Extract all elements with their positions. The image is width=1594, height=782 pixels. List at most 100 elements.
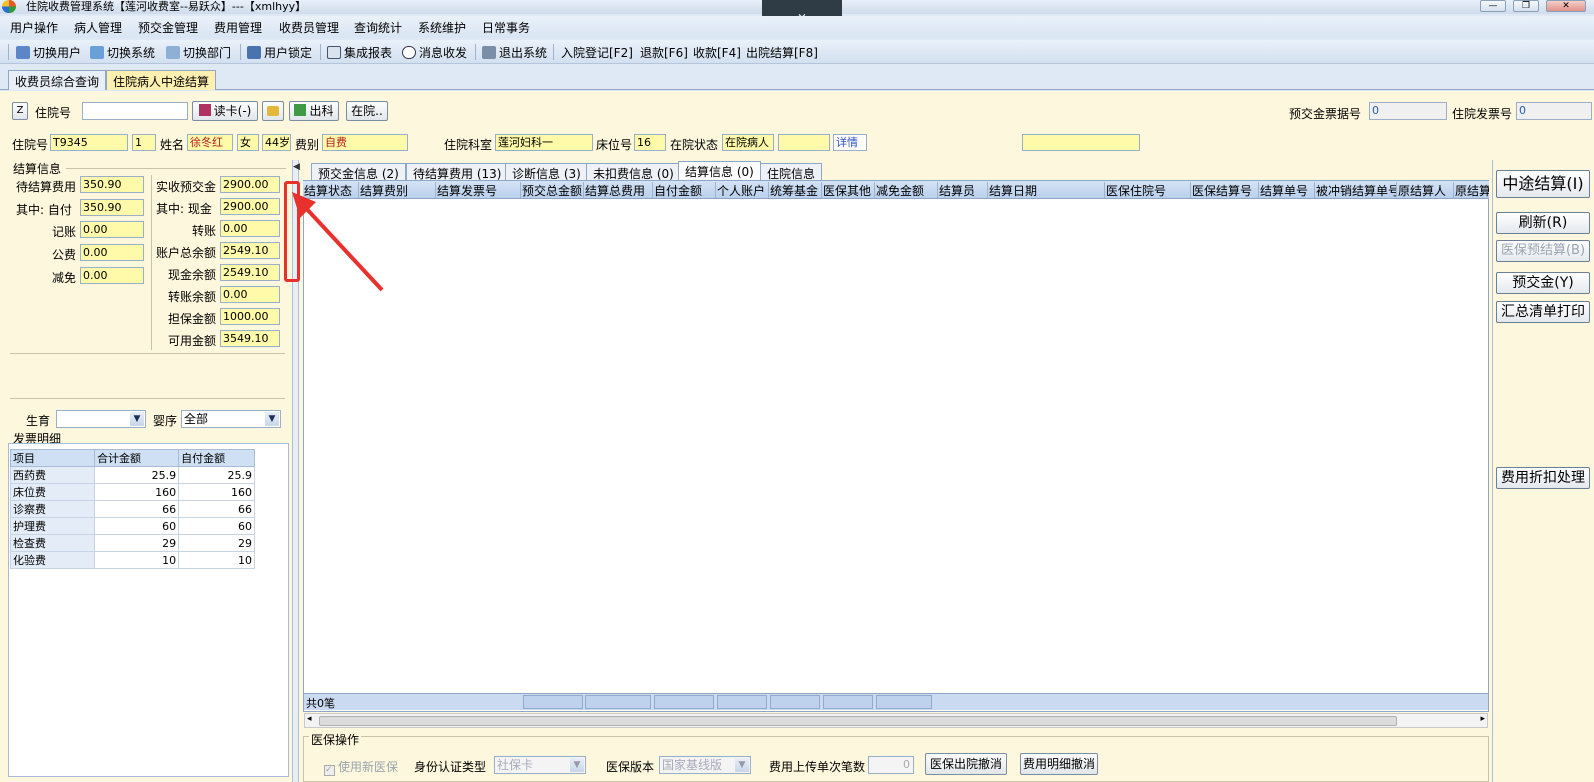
group-border [66,168,286,169]
grid-column-header[interactable]: 个人账户 [716,182,769,198]
invoice-self: 66 [178,500,255,518]
tab-uncharged[interactable]: 未扣费信息 (0) [586,163,681,181]
invoice-item: 化验费 [9,551,96,569]
baby-order-select[interactable]: 全部 ▼ [181,410,281,428]
grid-column-header[interactable]: 原结算人 [1397,182,1454,198]
prepay-button[interactable]: 预交金(Y) [1496,272,1590,294]
refresh-button[interactable]: 刷新(R) [1496,212,1590,234]
version-select[interactable]: 国家基线版 ▼ [659,756,751,774]
switch-dept-button[interactable]: 切换部门 [166,44,231,61]
menu-user-ops[interactable]: 用户操作 [10,19,58,36]
invoice-total: 25.9 [94,466,180,484]
toolbar-separator [475,44,476,60]
grid-column-header[interactable]: 统筹基金 [769,182,822,198]
grid-column-header[interactable]: 结算发票号 [436,182,521,198]
message-button[interactable]: 消息收发 [402,44,467,61]
discharge-settle-button[interactable]: 出院结算[F8] [746,44,818,61]
prepay-receipt-label: 预交金票据号 [1289,107,1362,121]
invoice-header[interactable]: 项目 [9,449,96,467]
menu-cashier-mgmt[interactable]: 收费员管理 [279,19,339,36]
lock-user-button[interactable]: 用户锁定 [247,44,312,61]
minimize-button[interactable]: — [1480,0,1506,12]
grid-column-header[interactable]: 自付金额 [653,182,716,198]
invoice-header[interactable]: 自付金额 [178,449,255,467]
in-hospital-button[interactable]: 在院.. [346,101,388,121]
out-dept-button[interactable]: 出科 [289,101,339,121]
table-row[interactable]: 西药费 25.9 25.9 [9,466,255,484]
status-field: 在院病人 [722,134,774,151]
table-row[interactable]: 护理费 60 60 [9,517,255,535]
fee-type-field: 自费 [322,134,408,151]
grid-column-header[interactable]: 减免金额 [875,182,938,198]
upload-count-field[interactable]: 0 [868,756,914,774]
sex-field: 女 [237,134,259,151]
clear-button[interactable] [262,101,284,121]
info-icon [402,46,416,59]
mid-settle-button[interactable]: 中途结算(I) [1496,170,1590,198]
card-icon [198,104,211,116]
z-button[interactable]: Z [12,102,28,120]
table-row[interactable]: 诊察费 66 66 [9,500,255,518]
collapse-left-icon[interactable]: ◀ [293,162,300,172]
maximize-button[interactable]: ❐ [1513,0,1539,12]
grid-column-header[interactable]: 结算总费用 [584,182,653,198]
grid-column-header[interactable]: 医保住院号 [1105,182,1191,198]
menu-prepay-mgmt[interactable]: 预交金管理 [138,19,198,36]
public-field: 0.00 [80,244,144,261]
table-row[interactable]: 床位费 160 160 [9,483,255,501]
tab-settlement-info[interactable]: 结算信息 (0) [678,161,761,181]
menu-daily[interactable]: 日常事务 [482,19,530,36]
collect-button[interactable]: 收款[F4] [693,44,741,61]
window-title: 住院收费管理系统【莲河收费室--易跃众】---【xmlhyy】 [26,0,307,13]
cancel-detail-button[interactable]: 费用明细撤消 [1020,753,1098,775]
grid-column-header[interactable]: 结算单号 [1259,182,1315,198]
pending-field: 350.90 [80,176,144,193]
group-divider [151,175,152,350]
switch-system-button[interactable]: 切换系统 [90,44,155,61]
tab-inpatient-info[interactable]: 住院信息 [760,163,823,181]
read-card-button[interactable]: 读卡(-) [192,101,258,121]
table-row[interactable]: 检查费 29 29 [9,534,255,552]
refund-button[interactable]: 退款[F6] [640,44,688,61]
switch-user-button[interactable]: 切换用户 [16,44,81,61]
scroll-left-icon[interactable]: ◂ [307,714,312,724]
use-new-insurance-checkbox[interactable]: ✓ 使用新医保 [324,758,398,776]
menu-fee-mgmt[interactable]: 费用管理 [214,19,262,36]
grid-column-header[interactable]: 结算日期 [988,182,1105,198]
grid-column-header[interactable]: 结算员 [938,182,988,198]
scrollbar-thumb[interactable] [319,716,1397,726]
menu-patient-mgmt[interactable]: 病人管理 [74,19,122,36]
detail-link[interactable]: 详情 [833,134,867,151]
prepay-receipt-field[interactable]: 0 [1369,102,1447,120]
report-button[interactable]: 集成报表 [327,44,392,61]
inpatient-no-input[interactable] [82,102,188,120]
footer-sum-cell [717,695,767,709]
grid-column-header[interactable]: 预交总金额 [521,182,584,198]
tab-diagnosis[interactable]: 诊断信息 (3) [505,163,588,181]
tab-cashier-query[interactable]: 收费员综合查询 [8,70,107,90]
grid-column-header[interactable]: 医保其他 [822,182,875,198]
tab-mid-settlement[interactable]: 住院病人中途结算 [106,70,217,90]
close-button[interactable]: ✕ [1546,0,1586,12]
id-type-select[interactable]: 社保卡 ▼ [494,756,586,774]
tab-prepay-info[interactable]: 预交金信息 (2) [311,163,406,181]
tab-pending-fees[interactable]: 待结算费用 (13) [406,163,509,181]
print-summary-button[interactable]: 汇总清单打印 [1496,301,1590,323]
grid-column-header[interactable]: 医保结算号 [1191,182,1259,198]
horizontal-scrollbar[interactable]: ◂ ▸ [304,713,1488,728]
invoice-header[interactable]: 合计金额 [94,449,180,467]
scroll-right-icon[interactable]: ▸ [1480,714,1485,724]
admit-button[interactable]: 入院登记[F2] [561,44,633,61]
settlement-grid[interactable] [303,180,1489,712]
exit-button[interactable]: 退出系统 [482,44,547,61]
menu-query-stats[interactable]: 查询统计 [354,19,402,36]
grid-column-header[interactable]: 原结算 [1454,182,1489,198]
menu-system[interactable]: 系统维护 [418,19,466,36]
fee-discount-button[interactable]: 费用折扣处理 [1496,467,1590,489]
grid-column-header[interactable]: 被冲销结算单号 [1315,182,1397,198]
pre-settle-button[interactable]: 医保预结算(B) [1496,240,1590,262]
inpatient-invoice-field[interactable]: 0 [1516,102,1592,120]
birth-select[interactable]: ▼ [56,410,146,428]
cancel-discharge-button[interactable]: 医保出院撤消 [925,753,1007,775]
table-row[interactable]: 化验费 10 10 [9,551,255,569]
